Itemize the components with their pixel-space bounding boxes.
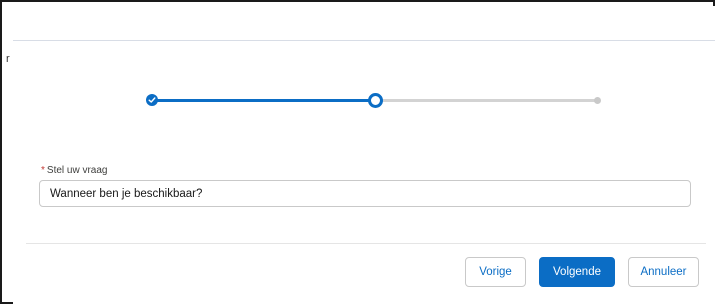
footer-divider — [26, 243, 706, 244]
progress-bar-remaining — [380, 99, 597, 102]
question-field-label: * Stel uw vraag — [41, 165, 108, 176]
progress-step-1-complete[interactable] — [146, 94, 158, 106]
previous-button[interactable]: Vorige — [465, 257, 526, 287]
window-frame: r *Stel uw vraag Vorige Volgende Annulee… — [0, 0, 715, 304]
cancel-button[interactable]: Annuleer — [628, 257, 699, 287]
progress-bar-complete — [152, 99, 374, 102]
question-input[interactable] — [39, 180, 691, 207]
wizard-modal: *Stel uw vraag Vorige Volgende Annuleer — [13, 6, 715, 304]
question-label-text: Stel uw vraag — [46, 165, 108, 176]
edge-text-fragment: r — [6, 53, 10, 65]
check-icon — [148, 97, 156, 103]
progress-step-2-current[interactable] — [368, 93, 383, 108]
required-asterisk: * — [41, 165, 45, 176]
next-button[interactable]: Volgende — [539, 257, 615, 287]
progress-step-3-upcoming[interactable] — [594, 97, 601, 104]
